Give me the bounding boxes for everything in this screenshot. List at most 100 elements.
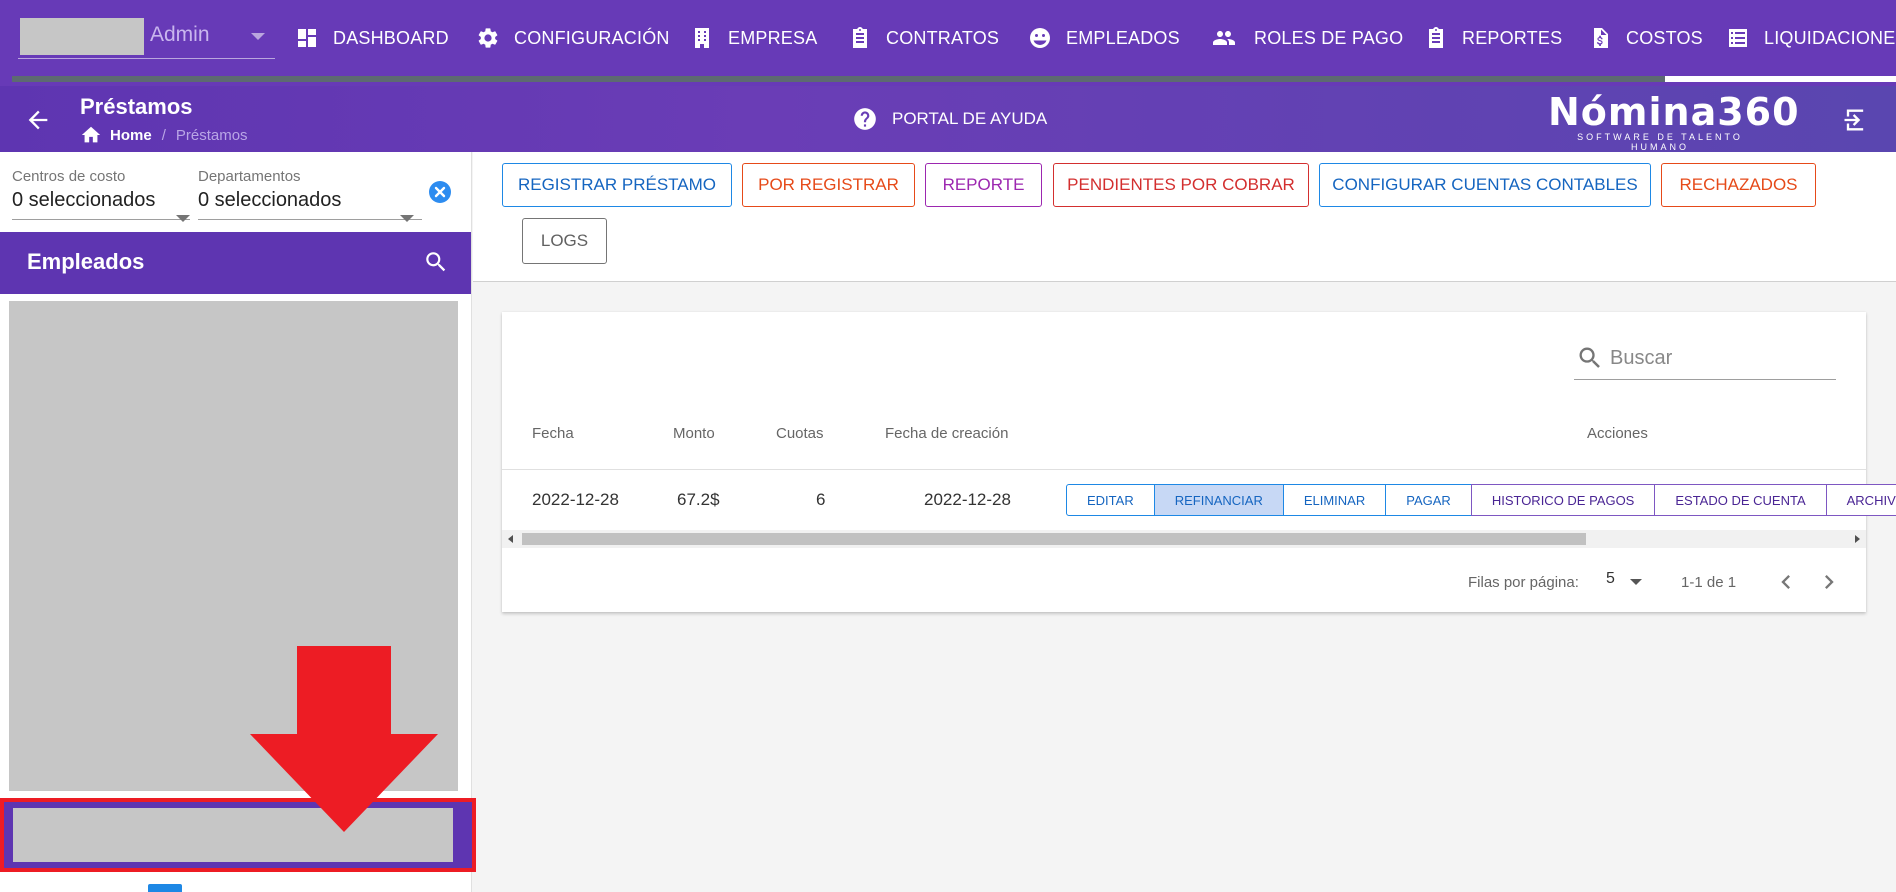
people-icon bbox=[1213, 31, 1235, 45]
pending-collection-button[interactable]: PENDIENTES POR COBRAR bbox=[1053, 163, 1309, 207]
logs-button[interactable]: LOGS bbox=[522, 218, 607, 264]
logout-button[interactable] bbox=[1841, 106, 1869, 134]
cell-fecha-creacion: 2022-12-28 bbox=[924, 490, 1011, 509]
column-header-fecha-creacion[interactable]: Fecha de creación bbox=[885, 425, 1008, 442]
clipboard-list-icon bbox=[1429, 27, 1443, 48]
pagination-indicator[interactable] bbox=[148, 884, 182, 892]
filter-underline bbox=[198, 219, 422, 220]
loans-table-card: Fecha Monto Cuotas Fecha de creación Acc… bbox=[502, 312, 1896, 612]
nav-configuracion[interactable]: CONFIGURACIÓN bbox=[476, 22, 670, 54]
configure-accounts-button[interactable]: CONFIGURAR CUENTAS CONTABLES bbox=[1319, 163, 1651, 207]
clear-filters-button[interactable] bbox=[429, 181, 451, 203]
delete-button[interactable]: ELIMINAR bbox=[1282, 484, 1387, 516]
nav-empresa[interactable]: EMPRESA bbox=[690, 22, 817, 54]
help-icon bbox=[854, 108, 876, 130]
user-name: Admin bbox=[150, 23, 210, 46]
search-icon bbox=[1579, 347, 1600, 368]
employees-title: Empleados bbox=[27, 249, 145, 274]
avatar bbox=[20, 18, 144, 55]
scroll-right-icon[interactable] bbox=[1855, 535, 1860, 543]
close-icon bbox=[434, 186, 446, 198]
employee-list[interactable] bbox=[9, 301, 458, 791]
chevron-left-icon bbox=[1781, 575, 1790, 589]
rejected-button[interactable]: RECHAZADOS bbox=[1661, 163, 1816, 207]
horizontal-scrollbar[interactable] bbox=[502, 530, 1866, 548]
logo-subtitle: SOFTWARE DE TALENTO HUMANO bbox=[1577, 132, 1743, 152]
nav-empleados[interactable]: EMPLEADOS bbox=[1028, 22, 1180, 54]
chevron-down-icon bbox=[251, 33, 265, 40]
rows-per-page-label: Filas por página: bbox=[1468, 574, 1579, 591]
search-icon bbox=[426, 252, 446, 272]
nav-roles-de-pago[interactable]: ROLES DE PAGO bbox=[1208, 22, 1403, 54]
employee-search-button[interactable] bbox=[423, 249, 449, 275]
selected-employee-item[interactable] bbox=[13, 808, 453, 862]
row-divider bbox=[502, 469, 1866, 470]
nav-contratos[interactable]: CONTRATOS bbox=[848, 22, 999, 54]
employee-sidebar: Centros de costo 0 seleccionados Departa… bbox=[0, 152, 476, 892]
chevron-down-icon bbox=[400, 215, 414, 222]
back-button[interactable] bbox=[24, 106, 52, 134]
column-header-monto[interactable]: Monto bbox=[673, 425, 715, 442]
arrow-left-icon bbox=[28, 110, 48, 130]
search-input[interactable] bbox=[1610, 342, 1830, 374]
payment-history-button[interactable]: HISTORICO DE PAGOS bbox=[1470, 484, 1656, 516]
chevron-down-icon bbox=[176, 215, 190, 222]
breadcrumb: Home / Préstamos bbox=[80, 124, 248, 146]
column-header-acciones: Acciones bbox=[1587, 425, 1648, 442]
filter-underline bbox=[12, 219, 190, 220]
chevron-right-icon bbox=[1825, 575, 1834, 589]
register-loan-button[interactable]: REGISTRAR PRÉSTAMO bbox=[502, 163, 732, 207]
next-page-button[interactable] bbox=[1815, 568, 1843, 596]
nav-costos[interactable]: COSTOS bbox=[1588, 22, 1703, 54]
loading-progress-track bbox=[12, 76, 1896, 82]
action-toolbar: REGISTRAR PRÉSTAMO POR REGISTRAR REPORTE… bbox=[473, 152, 1896, 282]
column-header-cuotas[interactable]: Cuotas bbox=[776, 425, 824, 442]
column-header-fecha[interactable]: Fecha bbox=[532, 425, 574, 442]
cost-center-filter[interactable]: Centros de costo 0 seleccionados bbox=[12, 168, 190, 222]
loading-progress-fill bbox=[1665, 76, 1896, 82]
nav-label: EMPLEADOS bbox=[1066, 27, 1180, 48]
list-icon bbox=[1729, 29, 1747, 47]
nav-label: CONFIGURACIÓN bbox=[514, 27, 670, 48]
pagination-range: 1-1 de 1 bbox=[1681, 574, 1737, 591]
employees-header: Empleados bbox=[0, 232, 471, 294]
breadcrumb-home[interactable]: Home bbox=[110, 127, 152, 144]
top-navigation: Admin DASHBOARD CONFIGURACIÓN EMPRESA CO… bbox=[0, 0, 1896, 86]
selected-employee-highlight[interactable] bbox=[0, 798, 476, 872]
chevron-down-icon bbox=[1630, 579, 1642, 585]
face-icon bbox=[1030, 28, 1050, 48]
filter-label: Centros de costo bbox=[12, 168, 126, 185]
cell-monto: 67.2$ bbox=[677, 490, 720, 509]
page-title: Préstamos bbox=[80, 94, 193, 119]
nav-reportes[interactable]: REPORTES bbox=[1424, 22, 1562, 54]
nav-liquidaciones[interactable]: LIQUIDACIONE bbox=[1726, 22, 1895, 54]
nomina360-logo: Nómina360 SOFTWARE DE TALENTO HUMANO bbox=[1548, 92, 1799, 152]
nav-dashboard[interactable]: DASHBOARD bbox=[295, 22, 449, 54]
refinance-button[interactable]: REFINANCIAR bbox=[1153, 484, 1284, 516]
pay-button[interactable]: PAGAR bbox=[1385, 484, 1472, 516]
table-search[interactable] bbox=[1574, 338, 1836, 380]
user-selector[interactable]: Admin bbox=[18, 15, 275, 59]
department-filter[interactable]: Departamentos 0 seleccionados bbox=[198, 168, 422, 222]
scroll-left-icon[interactable] bbox=[508, 535, 513, 543]
report-button[interactable]: REPORTE bbox=[925, 163, 1042, 207]
filter-value: 0 seleccionados bbox=[12, 189, 156, 211]
nav-label: CONTRATOS bbox=[886, 27, 1000, 48]
account-statement-button[interactable]: ESTADO DE CUENTA bbox=[1654, 484, 1827, 516]
edit-button[interactable]: EDITAR bbox=[1066, 484, 1155, 516]
filter-label: Departamentos bbox=[198, 168, 301, 185]
nav-label: EMPRESA bbox=[728, 27, 818, 48]
clipboard-icon bbox=[853, 27, 867, 48]
dollar-document-icon bbox=[1594, 28, 1608, 48]
logout-icon bbox=[1844, 109, 1864, 131]
nav-label: ROLES DE PAGO bbox=[1254, 27, 1404, 48]
bank-file-button[interactable]: ARCHIVO BA bbox=[1825, 484, 1896, 516]
help-portal-link[interactable]: PORTAL DE AYUDA bbox=[852, 106, 1047, 132]
gear-icon bbox=[478, 28, 498, 48]
scrollbar-thumb[interactable] bbox=[522, 533, 1586, 545]
building-icon bbox=[695, 28, 709, 48]
nav-label: REPORTES bbox=[1462, 27, 1563, 48]
previous-page-button[interactable] bbox=[1772, 568, 1800, 596]
help-portal-label: PORTAL DE AYUDA bbox=[892, 109, 1048, 128]
pending-registration-button[interactable]: POR REGISTRAR bbox=[742, 163, 915, 207]
